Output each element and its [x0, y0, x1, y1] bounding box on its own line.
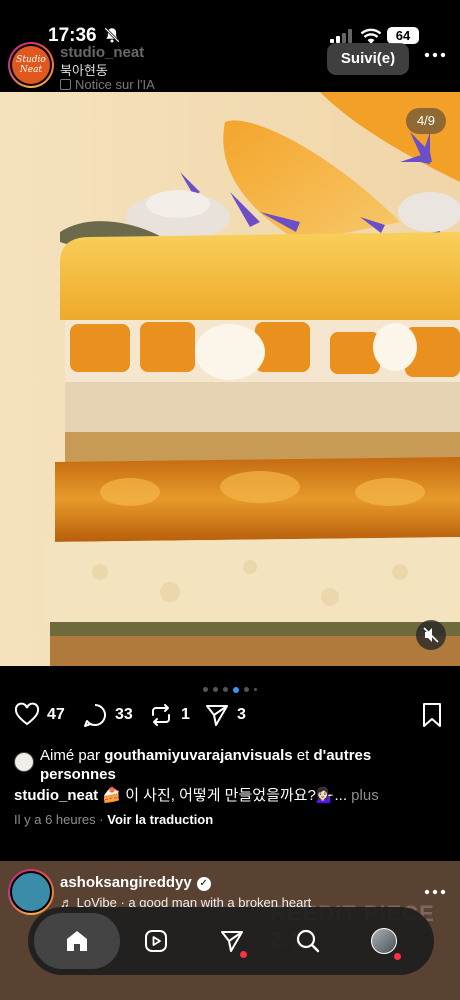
liked-by-text[interactable]: Aimé par gouthamiyuvarajanvisuals et d'a…	[40, 746, 440, 784]
notification-dot	[394, 953, 401, 960]
share-count: 3	[237, 706, 246, 723]
image-counter: 4/9	[406, 108, 446, 134]
avatar-logo-text: Studio Neat	[12, 46, 50, 84]
carousel-dot	[244, 687, 249, 693]
post-header: Studio Neat studio_neat 북아현동 Notice sur …	[0, 38, 460, 94]
more-options-icon[interactable]	[424, 889, 446, 895]
ai-notice-text: Notice sur l'IA	[75, 77, 155, 92]
heart-icon	[14, 702, 40, 726]
muted-speaker-icon	[423, 627, 439, 643]
repost-icon	[152, 704, 170, 726]
carousel-dot	[203, 687, 208, 693]
caption-text: 🍰 이 사진, 어떻게 만들었을까요?💁🏻‍♀️...	[102, 787, 347, 804]
bottom-nav	[28, 907, 434, 975]
more-options-icon[interactable]	[424, 52, 446, 58]
ai-notice[interactable]: Notice sur l'IA	[60, 77, 155, 92]
comment-action[interactable]: 33	[82, 700, 133, 730]
send-icon	[221, 931, 243, 952]
carousel-dot	[223, 687, 228, 693]
meta-separator: ·	[99, 812, 104, 827]
like-action[interactable]: 47	[14, 700, 65, 730]
nav-profile[interactable]	[360, 917, 408, 965]
post-timestamp: Il y a 6 heures	[14, 812, 96, 827]
repost-action[interactable]: 1	[148, 700, 190, 730]
comment-count: 33	[115, 706, 133, 723]
post-meta: Il y a 6 heures · Voir la traduction	[14, 812, 213, 827]
send-icon	[206, 705, 228, 726]
next-username-text: ashoksangireddyy	[60, 874, 192, 891]
profile-avatar	[371, 928, 397, 954]
reels-icon	[145, 930, 167, 952]
search-icon	[296, 929, 320, 953]
ai-label-icon	[60, 79, 71, 90]
liked-username[interactable]: gouthamiyuvarajanvisuals	[104, 747, 292, 764]
next-author-avatar[interactable]	[8, 869, 54, 915]
cake-photo	[0, 92, 460, 666]
nav-search[interactable]	[284, 917, 332, 965]
repost-count: 1	[181, 706, 190, 723]
notification-dot	[240, 951, 247, 958]
caption-more-link[interactable]: plus	[351, 787, 379, 804]
bookmark-icon[interactable]	[420, 702, 444, 728]
nav-messages[interactable]	[208, 917, 256, 965]
post-caption[interactable]: studio_neat 🍰 이 사진, 어떻게 만들었을까요?💁🏻‍♀️... …	[14, 786, 454, 805]
carousel-dots	[0, 681, 460, 693]
liker-avatar[interactable]	[14, 752, 34, 772]
like-count: 47	[47, 706, 65, 723]
nav-home[interactable]	[34, 913, 120, 969]
caption-username[interactable]: studio_neat	[14, 787, 98, 804]
see-translation-link[interactable]: Voir la traduction	[107, 812, 213, 827]
author-username[interactable]: studio_neat	[60, 44, 144, 61]
liked-suffix: et	[296, 747, 310, 764]
mute-button[interactable]	[416, 620, 446, 650]
carousel-dot	[233, 686, 239, 693]
next-author-username[interactable]: ashoksangireddyy ✓	[60, 874, 211, 891]
nav-reels[interactable]	[132, 917, 180, 965]
comment-icon	[84, 704, 106, 727]
share-action[interactable]: 3	[204, 700, 246, 730]
carousel-dot	[254, 688, 257, 692]
carousel-dot	[213, 687, 218, 693]
liked-prefix: Aimé par	[40, 747, 101, 764]
following-button[interactable]: Suivi(e)	[327, 43, 409, 75]
action-bar: 47 33 1 3	[0, 700, 460, 730]
author-avatar[interactable]: Studio Neat	[8, 42, 54, 88]
post-image[interactable]: 4/9	[0, 92, 460, 666]
home-icon	[67, 931, 87, 951]
verified-icon: ✓	[196, 877, 211, 891]
